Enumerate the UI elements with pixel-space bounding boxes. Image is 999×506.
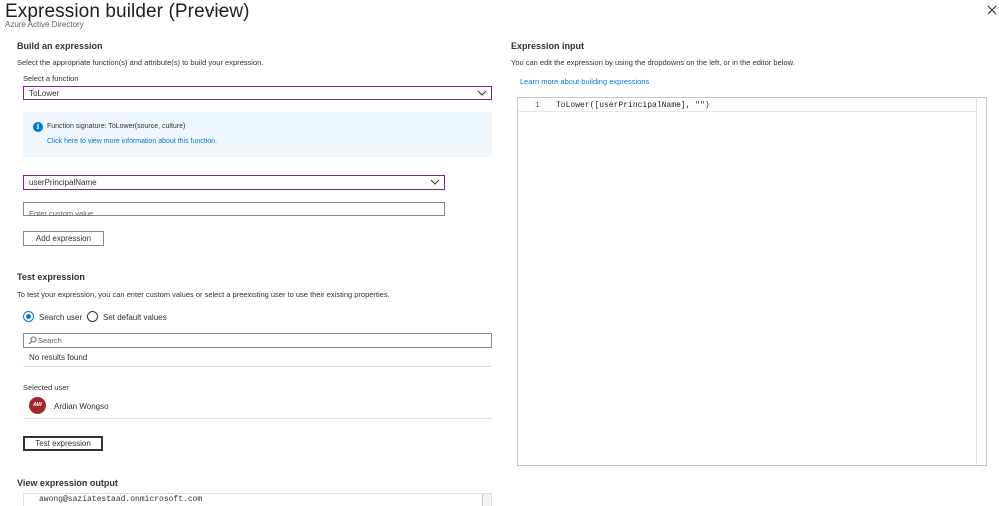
- more-options-button[interactable]: ···: [206, 2, 222, 17]
- chevron-down-icon: [477, 90, 487, 96]
- close-icon: [987, 5, 997, 15]
- expression-input-description: You can edit the expression by using the…: [511, 58, 795, 67]
- function-signature-text: Function signature: ToLower(source, cult…: [47, 123, 186, 130]
- line-number: 1: [535, 101, 540, 110]
- learn-more-link[interactable]: Learn more about building expressions: [520, 77, 649, 86]
- custom-value-input[interactable]: [24, 207, 444, 220]
- expression-code[interactable]: ToLower([userPrincipalName], ""): [556, 101, 710, 110]
- attribute-dropdown-value: userPrincipalName: [29, 178, 97, 187]
- test-expression-description: To test your expression, you can enter c…: [17, 290, 390, 299]
- editor-line: 1 ToLower([userPrincipalName], ""): [518, 98, 978, 112]
- close-button[interactable]: [986, 3, 998, 15]
- search-user-radio-label: Search user: [39, 313, 83, 322]
- selected-user-name: Ardian Wongso: [54, 402, 109, 411]
- selected-user-label: Selected user: [23, 383, 69, 392]
- search-user-input[interactable]: [38, 334, 478, 347]
- search-box: [23, 333, 492, 348]
- add-expression-button[interactable]: Add expression: [23, 231, 104, 246]
- function-info-link[interactable]: Click here to view more information abou…: [47, 138, 217, 145]
- test-expression-button[interactable]: Test expression: [23, 436, 103, 451]
- build-expression-description: Select the appropriate function(s) and a…: [17, 58, 264, 67]
- expression-output-box: awong@saziatestaad.onmicrosoft.com: [23, 493, 492, 506]
- divider: [23, 366, 492, 367]
- expression-output-heading: View expression output: [17, 478, 118, 488]
- select-function-label: Select a function: [23, 74, 79, 83]
- function-info-box: i Function signature: ToLower(source, cu…: [23, 112, 492, 157]
- function-dropdown-value: ToLower: [29, 89, 60, 98]
- avatar: AW: [29, 397, 46, 414]
- divider: [23, 418, 492, 419]
- chevron-down-icon: [430, 179, 440, 185]
- expression-output-value: awong@saziatestaad.onmicrosoft.com: [39, 495, 203, 504]
- build-expression-heading: Build an expression: [17, 41, 103, 51]
- attribute-dropdown[interactable]: userPrincipalName: [23, 175, 445, 190]
- search-user-radio[interactable]: [23, 311, 34, 322]
- set-default-values-radio-label: Set default values: [103, 313, 167, 322]
- info-icon: i: [33, 122, 43, 132]
- page-subtitle: Azure Active Directory: [5, 20, 84, 29]
- custom-value-field-wrapper: [23, 202, 445, 220]
- no-results-text: No results found: [29, 353, 88, 362]
- function-dropdown[interactable]: ToLower: [23, 86, 492, 100]
- test-expression-heading: Test expression: [17, 272, 85, 282]
- set-default-values-radio[interactable]: [87, 311, 98, 322]
- expression-input-heading: Expression input: [511, 41, 585, 51]
- output-scrollbar[interactable]: [482, 494, 491, 506]
- editor-scrollbar[interactable]: [976, 98, 986, 465]
- expression-editor[interactable]: 1 ToLower([userPrincipalName], ""): [517, 97, 987, 466]
- search-icon: [28, 336, 37, 345]
